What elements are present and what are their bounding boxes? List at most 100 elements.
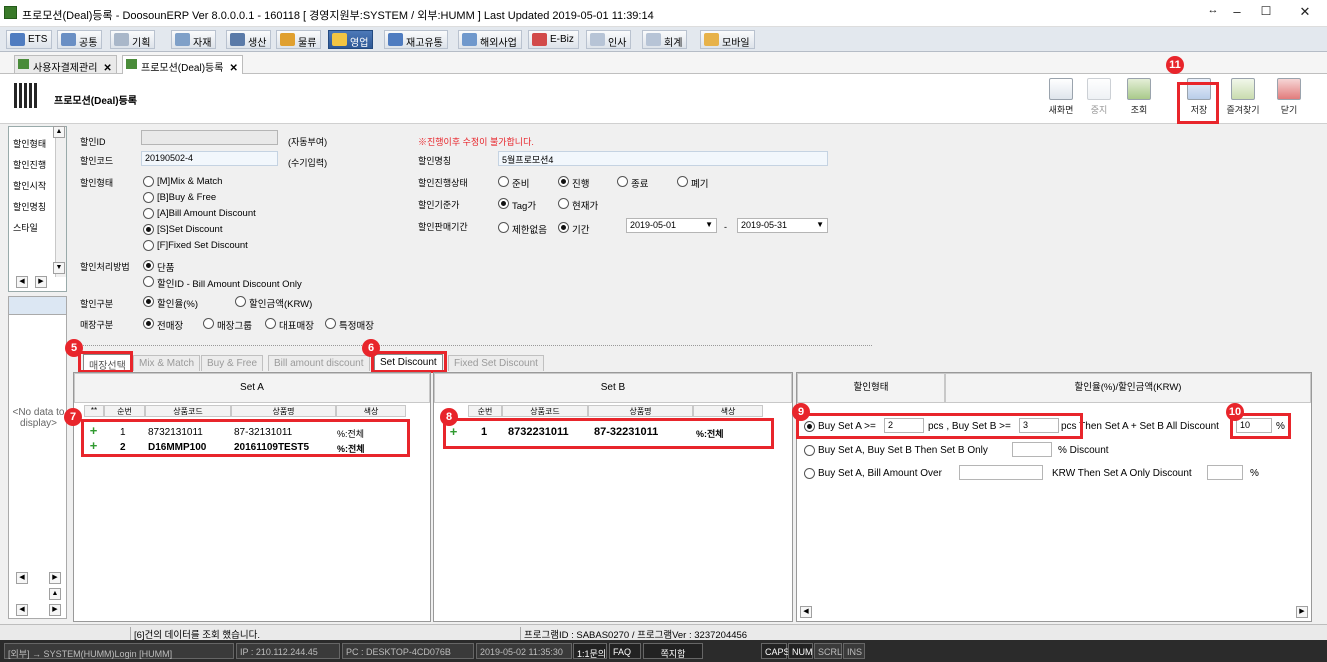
method-bill-amount-radio[interactable]: 할인ID - Bill Amount Discount Only [143,276,302,290]
list-item[interactable]: 할인명칭 [13,200,46,213]
close-window-button[interactable]: ✕ [1290,4,1320,22]
period-range-radio[interactable]: 기간 [558,222,589,236]
basis-current-radio[interactable]: 현재가 [558,198,598,212]
list-item[interactable]: 할인진행 [13,158,46,171]
menu-ebiz[interactable]: E-Biz [528,30,579,49]
scrl-indicator: SCRL [814,643,842,659]
faq-button[interactable]: FAQ [609,643,641,659]
discount-name-field[interactable]: 5월프로모션4 [498,151,828,166]
menu-planning[interactable]: 기획 [110,30,156,49]
category-rate-radio[interactable]: 할인율(%) [143,296,198,310]
maximize-button[interactable]: ☐ [1251,4,1281,22]
type-bill-amount-radio[interactable]: [A]Bill Amount Discount [143,208,256,219]
overseas-icon [462,33,477,46]
scroll-left-icon[interactable]: ◀ [16,276,28,288]
list-item[interactable]: 스타일 [13,221,38,234]
ins-indicator: INS [843,643,865,659]
basis-tag-radio[interactable]: Tag가 [498,198,536,212]
scroll-right-icon[interactable]: ▶ [1296,606,1308,618]
badge-8: 8 [440,408,458,426]
star-icon [1231,78,1255,100]
menu-inventory[interactable]: 재고유통 [384,30,448,49]
tab-user-payment[interactable]: 사용자결제관리 ✕ [14,55,117,74]
tab-fixed-set[interactable]: Fixed Set Discount [448,355,544,371]
option-set-b-only-radio[interactable]: Buy Set A, Buy Set B Then Set B Only [804,445,988,456]
basis-price-label: 할인기준가 [418,200,460,210]
store-main-radio[interactable]: 대표매장 [265,318,314,332]
menu-overseas[interactable]: 해외사업 [458,30,522,49]
option-bill-amount-radio[interactable]: Buy Set A, Bill Amount Over [804,468,942,479]
status-discard-radio[interactable]: 폐기 [677,176,708,190]
category-amount-radio[interactable]: 할인금액(KRW) [235,296,312,310]
tab-promotion-deal[interactable]: 프로모션(Deal)등록 ✕ [122,55,243,74]
ebiz-icon [532,33,547,46]
splitter[interactable] [72,345,872,346]
store-label: 매장구분 [80,320,114,330]
discount-id-field[interactable] [141,130,278,145]
menu-ets[interactable]: ETS [6,30,53,49]
method-single-radio[interactable]: 단품 [143,260,174,274]
new-screen-button[interactable]: 새화면 [1044,75,1078,119]
inquiry-button[interactable]: 1:1문의 [573,643,607,659]
period-unlimited-radio[interactable]: 제한없음 [498,222,547,236]
menu-production[interactable]: 생산 [226,30,272,49]
menu-logistics[interactable]: 물류 [276,30,322,49]
close-tab-icon[interactable]: ✕ [229,63,237,74]
title-bar: 프로모션(Deal)등록 - DoosounERP Ver 8.0.0.0.1 … [0,0,1327,27]
scroll-left-icon[interactable]: ◀ [800,606,812,618]
empty-grid-message: <No data to display> [12,407,65,429]
stop-button[interactable]: 중지 [1082,75,1116,119]
set-a-only-rate-field[interactable] [1207,465,1243,480]
scroll-up-icon[interactable]: ▲ [49,588,61,600]
menu-sales[interactable]: 영업 [328,30,374,49]
list-item[interactable]: 할인형태 [13,137,46,150]
set-b-only-rate-field[interactable] [1012,442,1052,457]
store-specific-radio[interactable]: 특정매장 [325,318,374,332]
list-item[interactable]: 할인시작 [13,179,46,192]
new-document-icon [1049,78,1073,100]
status-ready-radio[interactable]: 준비 [498,176,529,190]
tab-bill-amount[interactable]: Bill amount discount [268,355,370,371]
bill-amount-field[interactable] [959,465,1043,480]
menu-common[interactable]: 공통 [57,30,103,49]
set-a-panel: Set A ** 순번 상품코드 상품명 색상 [73,372,431,622]
date-to-field[interactable]: 2019-05-31 ▼ [737,218,828,233]
ip-info: IP : 210.112.244.45 [236,643,340,659]
scroll-down-icon[interactable]: ▼ [53,262,65,274]
date-from-field[interactable]: 2019-05-01 ▼ [626,218,717,233]
scroll-up-icon[interactable]: ▲ [53,126,65,138]
scroll-left-icon[interactable]: ◀ [16,604,28,616]
type-buy-free-radio[interactable]: [B]Buy & Free [143,192,216,203]
search-button[interactable]: 조회 [1122,75,1156,119]
store-group-radio[interactable]: 매장그룹 [203,318,252,332]
tab-mix-match[interactable]: Mix & Match [133,355,201,371]
status-end-radio[interactable]: 종료 [617,176,648,190]
favorites-button[interactable]: 즐겨찾기 [1226,75,1260,119]
col-header: 상품명 [588,405,693,417]
close-tab-icon[interactable]: ✕ [103,63,111,74]
then-all-discount-label: pcs Then Set A + Set B All Discount [1061,421,1219,432]
type-mix-match-radio[interactable]: [M]Mix & Match [143,176,222,187]
scroll-left-icon[interactable]: ◀ [16,572,28,584]
minimize-button[interactable]: – [1222,4,1252,22]
menu-accounting[interactable]: 회계 [642,30,688,49]
scroll-right-icon[interactable]: ▶ [49,572,61,584]
store-all-radio[interactable]: 전매장 [143,318,183,332]
type-fixed-set-radio[interactable]: [F]Fixed Set Discount [143,240,248,251]
status-progress-radio[interactable]: 진행 [558,176,589,190]
type-set-discount-radio[interactable]: [S]Set Discount [143,224,222,235]
tab-buy-free[interactable]: Buy & Free [201,355,264,371]
close-screen-button[interactable]: 닫기 [1272,75,1306,119]
menu-hr[interactable]: 인사 [586,30,632,49]
production-icon [230,33,245,46]
discount-code-field[interactable]: 20190502-4 [141,151,278,166]
list-scrollbar[interactable] [55,127,66,277]
menu-material[interactable]: 자재 [171,30,217,49]
close-icon [1277,78,1301,100]
message-box-button[interactable]: 쪽지함 [643,643,703,659]
qr-code-icon [14,83,39,108]
scroll-right-icon[interactable]: ▶ [35,276,47,288]
highlight-set-a-rows [81,419,410,457]
menu-mobile[interactable]: 모바일 [700,30,755,49]
scroll-right-icon[interactable]: ▶ [49,604,61,616]
